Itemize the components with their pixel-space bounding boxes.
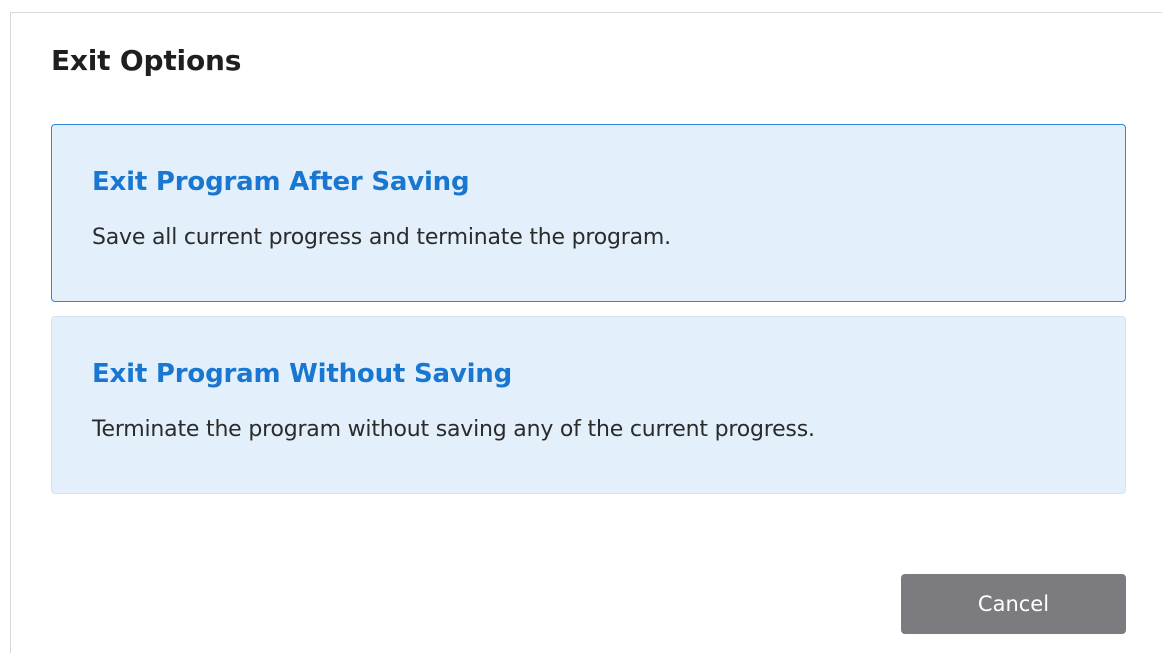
option-title: Exit Program Without Saving [92,359,513,389]
dialog-title: Exit Options [51,44,242,77]
exit-options-dialog: Exit Options Exit Program After Saving S… [10,12,1162,653]
option-description: Terminate the program without saving any… [92,417,815,442]
cancel-button[interactable]: Cancel [901,574,1126,634]
option-description: Save all current progress and terminate … [92,225,671,250]
option-exit-after-saving[interactable]: Exit Program After Saving Save all curre… [51,124,1126,302]
option-title: Exit Program After Saving [92,167,470,197]
option-exit-without-saving[interactable]: Exit Program Without Saving Terminate th… [51,316,1126,494]
